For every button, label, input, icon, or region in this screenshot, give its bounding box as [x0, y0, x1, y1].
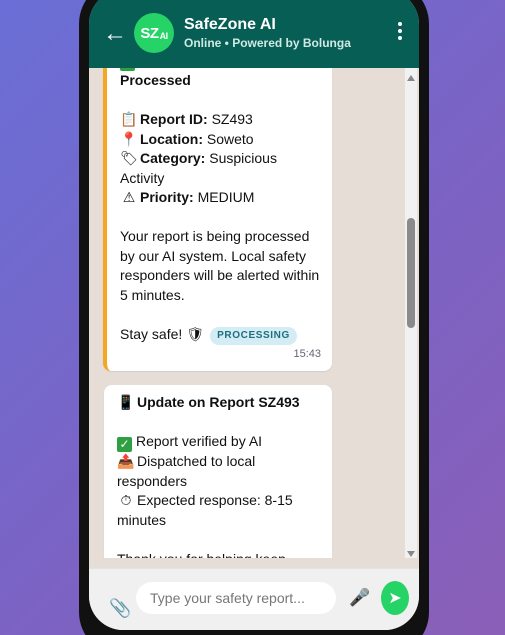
location-value: Soweto [206, 130, 254, 147]
scroll-down-arrow-icon[interactable] [407, 551, 415, 557]
composer-bar: 📎 🎤 ➤ [89, 568, 419, 630]
pin-icon: 📍 [120, 130, 138, 147]
message-heading: ✓Report Received & Processed [120, 68, 322, 91]
warning-icon: ⚠ [122, 189, 136, 205]
message-list[interactable]: ✓Report Received & Processed 📋Report ID:… [89, 68, 419, 558]
avatar[interactable]: SZ AI [134, 13, 174, 53]
paperclip-icon[interactable]: 📎 [109, 598, 131, 619]
priority-value: MEDIUM [197, 189, 255, 205]
report-id-value: SZ493 [211, 111, 253, 127]
check-icon: ✓ [117, 437, 132, 452]
message-input[interactable] [136, 582, 336, 614]
message-body: Your report is being processed by our AI… [120, 228, 320, 303]
priority-row: ⚠ Priority: MEDIUM [120, 188, 322, 208]
phone-icon: 📱 [117, 394, 135, 410]
microphone-icon[interactable]: 🎤 [349, 588, 370, 608]
send-icon: ➤ [388, 590, 402, 607]
update-line-thanks: Thank you for helping keep [117, 550, 322, 559]
update-line-verified: ✓ Report verified by AI [117, 432, 322, 452]
shield-icon: 🛡 [186, 325, 205, 342]
update-line-dispatched: 📤 Dispatched to local responders [117, 453, 256, 489]
location-row: 📍 Location: Soweto [120, 130, 322, 150]
message-heading: 📱 Update on Report SZ493 [117, 393, 322, 413]
avatar-sub-text: AI [159, 31, 169, 41]
chat-header: ← SZ AI SafeZone AI Online • Powered by B… [89, 0, 419, 68]
avatar-text: SZ [140, 24, 159, 42]
message-timestamp: 15:43 [293, 347, 321, 360]
tag-icon: 🏷 [120, 150, 138, 166]
category-row: 🏷 Category: Suspicious Activity [120, 150, 277, 186]
message-bubble-report-received: ✓Report Received & Processed 📋Report ID:… [103, 68, 332, 371]
outbox-icon: 📤 [117, 453, 135, 469]
phone-screen: ← SZ AI SafeZone AI Online • Powered by B… [89, 0, 419, 630]
arrow-left-icon[interactable]: ← [103, 19, 127, 49]
chat-title[interactable]: SafeZone AI [184, 16, 276, 34]
clipboard-icon: 📋 [120, 111, 138, 127]
scrollbar-thumb[interactable] [407, 218, 415, 328]
report-id-row: 📋 Report ID: SZ493 [120, 110, 322, 130]
message-bubble-update: 📱 Update on Report SZ493 ✓ Report verified… [104, 385, 332, 558]
stopwatch-icon: ⏱ [120, 492, 132, 508]
message-signoff-row: Stay safe! 🛡 PROCESSING [120, 325, 322, 345]
more-vertical-icon[interactable] [397, 22, 403, 40]
check-icon: ✓ [120, 68, 135, 71]
scroll-up-arrow-icon[interactable] [407, 75, 415, 81]
update-line-expected: ⏱ Expected response: 8-15 minutes [117, 492, 293, 528]
chat-status: Online • Powered by Bolunga [184, 36, 351, 50]
status-badge: PROCESSING [210, 326, 297, 345]
send-button[interactable]: ➤ [381, 581, 409, 615]
